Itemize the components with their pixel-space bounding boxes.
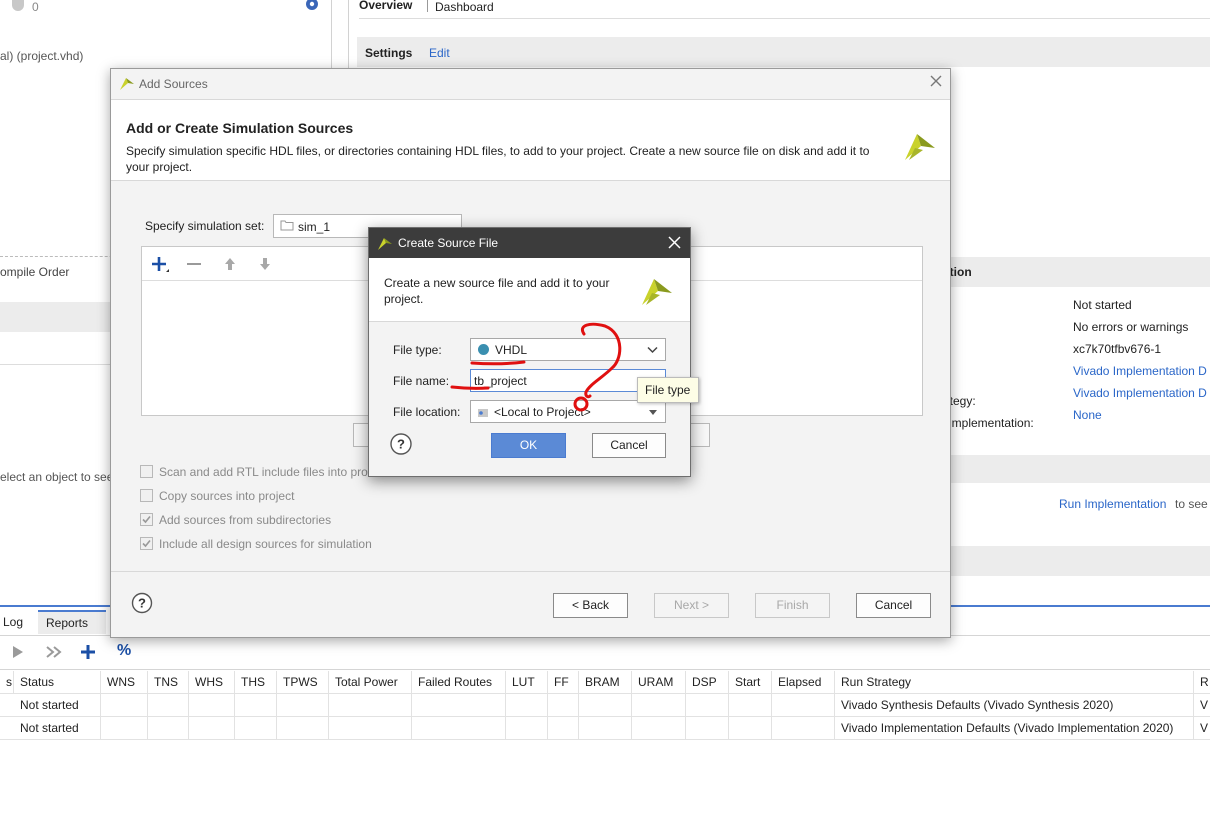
annotation-question-mark <box>581 322 622 399</box>
annotation-underline <box>470 360 526 366</box>
annotation-underline <box>450 385 490 390</box>
annotation-dot <box>573 396 589 412</box>
annotation-overlay <box>450 322 622 412</box>
